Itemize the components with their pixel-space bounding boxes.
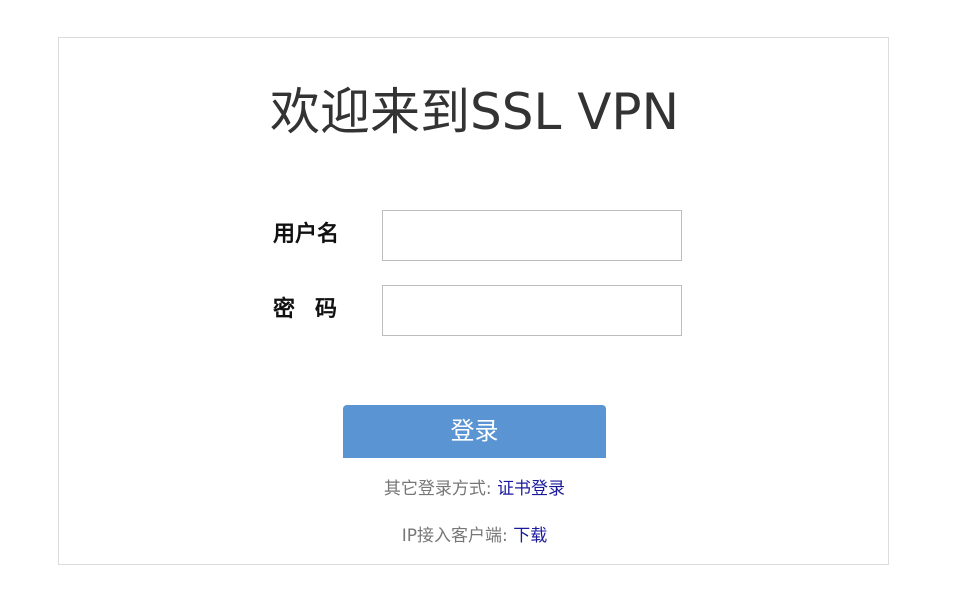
client-download-row: IP接入客户端: 下载 [59,524,890,548]
alt-login-prefix: 其它登录方式: [383,479,492,499]
cert-login-link[interactable]: 证书登录 [497,479,565,499]
password-input[interactable] [382,285,682,336]
page-title: 欢迎来到SSL VPN [270,83,679,141]
login-panel: 欢迎来到SSL VPN 用户名 密码 登录 其它登录方式: 证书登录 IP接入客… [58,37,889,565]
login-button[interactable]: 登录 [343,405,606,458]
alt-login-row: 其它登录方式: 证书登录 [59,477,890,501]
client-download-link[interactable]: 下载 [513,526,547,546]
password-label: 密码 [273,297,358,322]
username-input[interactable] [382,210,682,261]
client-download-prefix: IP接入客户端: [401,526,508,546]
username-label: 用户名 [273,222,340,247]
